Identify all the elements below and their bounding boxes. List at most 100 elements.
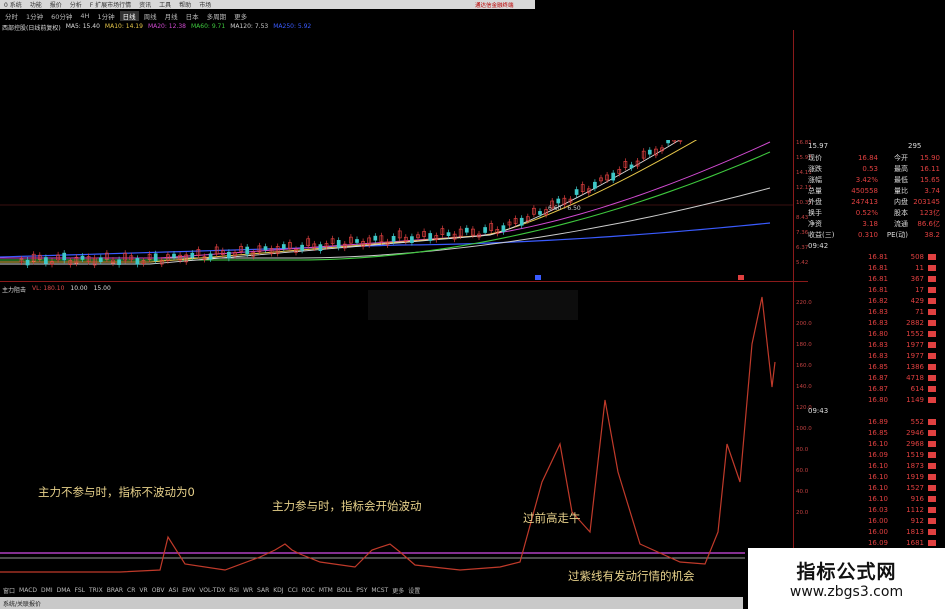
period-tab[interactable]: 日本 bbox=[183, 11, 202, 21]
quote-label: 现价 bbox=[808, 153, 822, 162]
tick-price: 16.00 bbox=[867, 527, 888, 536]
menu-item[interactable]: 0 系统 bbox=[4, 0, 22, 9]
tick-side bbox=[928, 319, 936, 326]
indicator-tab[interactable]: TRIX bbox=[89, 587, 103, 594]
tick-row: 16.10 916 bbox=[808, 493, 945, 504]
quote-value: 15.90 bbox=[919, 153, 940, 162]
indicator-tab[interactable]: 窗口 bbox=[3, 586, 15, 595]
indicator-tab[interactable]: MACD bbox=[19, 587, 37, 594]
tick-row: 16.81 17 bbox=[808, 284, 945, 295]
tick-side bbox=[928, 396, 936, 403]
indicator-tab[interactable]: KDJ bbox=[273, 587, 283, 594]
period-tab[interactable]: 分时 bbox=[2, 11, 21, 21]
tick-side bbox=[928, 363, 936, 370]
indicator-tab[interactable]: CR bbox=[127, 587, 135, 594]
indicator-tab[interactable]: DMI bbox=[41, 587, 53, 594]
indicator-tab[interactable]: DMA bbox=[57, 587, 71, 594]
indicator-tab[interactable]: MTM bbox=[319, 587, 333, 594]
candle-body bbox=[355, 239, 359, 243]
price-axis-label: 7.36 bbox=[796, 230, 809, 236]
quote-value: 123亿 bbox=[919, 208, 940, 217]
tick-row: 16.03 1112 bbox=[808, 504, 945, 515]
axis-divider bbox=[793, 30, 794, 585]
candle-body bbox=[538, 211, 542, 215]
indicator-tab[interactable]: SAR bbox=[257, 587, 269, 594]
tick-volume: 912 bbox=[910, 516, 924, 525]
indicator-tab[interactable]: MCST bbox=[371, 587, 388, 594]
period-tab[interactable]: 周线 bbox=[141, 11, 160, 21]
ma20-line bbox=[0, 141, 771, 259]
tick-row: 16.10 1527 bbox=[808, 482, 945, 493]
quote-row: 收益(三) 0.310 PE(动) 38.2 bbox=[808, 229, 945, 240]
tick-list-a[interactable]: 16.81 508 16.81 11 16.81 367 16.81 17 16.82 429 16… bbox=[808, 251, 945, 405]
tick-price: 16.87 bbox=[867, 384, 888, 393]
tick-side bbox=[928, 253, 936, 260]
tick-volume: 367 bbox=[910, 274, 924, 283]
indicator-tab[interactable]: 设置 bbox=[408, 586, 420, 595]
candle-body bbox=[373, 235, 378, 241]
indicator-tab[interactable]: 更多 bbox=[392, 586, 404, 595]
quote-value: 16.84 bbox=[857, 153, 878, 162]
indicator-tab[interactable]: CCI bbox=[288, 587, 298, 594]
indicator-tab[interactable]: WR bbox=[243, 587, 253, 594]
quote-label: 内盘 bbox=[894, 197, 908, 206]
tick-volume: 71 bbox=[915, 307, 924, 316]
tick-price: 16.81 bbox=[867, 252, 888, 261]
quote-row: 外盘 247413 内盘 203145 bbox=[808, 196, 945, 207]
tick-volume: 1149 bbox=[906, 395, 924, 404]
indicator-tab[interactable]: EMV bbox=[182, 587, 195, 594]
tick-side bbox=[928, 264, 936, 271]
menu-item[interactable]: 帮助 bbox=[179, 0, 191, 9]
period-tab[interactable]: 多周期 bbox=[204, 11, 230, 21]
period-tab[interactable]: 60分钟 bbox=[48, 11, 75, 21]
quote-label: 最低 bbox=[894, 175, 908, 184]
period-tab[interactable]: 更多 bbox=[231, 11, 250, 21]
indicator-tab[interactable]: VOL-TDX bbox=[199, 587, 225, 594]
indicator-chart[interactable] bbox=[0, 282, 793, 585]
indicator-tab[interactable]: RSI bbox=[229, 587, 239, 594]
indicator-axis-label: 20.0 bbox=[796, 510, 809, 516]
period-tab[interactable]: 4H bbox=[77, 12, 92, 20]
quote-top-row: 15.97 295 bbox=[808, 140, 945, 152]
menu-item[interactable]: 市场 bbox=[199, 0, 211, 9]
indicator-tab[interactable]: FSL bbox=[75, 587, 86, 594]
indicator-axis-label: 80.0 bbox=[796, 447, 809, 453]
quote-label: 换手 bbox=[808, 208, 822, 217]
indicator-tab[interactable]: ROC bbox=[302, 587, 315, 594]
menu-item[interactable]: 功能 bbox=[30, 0, 42, 9]
indicator-tab[interactable]: PSY bbox=[356, 587, 367, 594]
price-axis-label: 8.43 bbox=[796, 215, 809, 221]
menu-item[interactable]: 分析 bbox=[70, 0, 82, 9]
indicator-tab[interactable]: VR bbox=[139, 587, 147, 594]
tick-volume: 552 bbox=[910, 417, 924, 426]
period-tab[interactable]: 1分钟 bbox=[94, 11, 117, 21]
indicator-tab[interactable]: ASI bbox=[168, 587, 178, 594]
period-tab[interactable]: 日线 bbox=[119, 10, 139, 21]
quote-value: 86.6亿 bbox=[917, 219, 940, 228]
period-tab[interactable]: 月线 bbox=[162, 11, 181, 21]
indicator-tab[interactable]: BOLL bbox=[337, 587, 352, 594]
tick-side bbox=[928, 297, 936, 304]
tick-price: 16.85 bbox=[867, 362, 888, 371]
period-tab[interactable]: 1分钟 bbox=[23, 11, 46, 21]
indicator-tab[interactable]: OBV bbox=[152, 587, 165, 594]
menu-item[interactable]: 工具 bbox=[159, 0, 171, 9]
candle-body bbox=[80, 255, 85, 260]
tick-price: 16.10 bbox=[867, 439, 888, 448]
menu-item[interactable]: 报价 bbox=[50, 0, 62, 9]
tick-row: 16.81 508 bbox=[808, 251, 945, 262]
menu-right-badge: 通达信金融终端 bbox=[475, 2, 514, 9]
tick-row: 16.85 1386 bbox=[808, 361, 945, 372]
tick-side bbox=[928, 286, 936, 293]
menu-item[interactable]: 资讯 bbox=[139, 0, 151, 9]
tick-row: 16.89 552 bbox=[808, 416, 945, 427]
quote-value: 0.53 bbox=[862, 164, 878, 173]
indicator-tab[interactable]: BRAR bbox=[107, 587, 123, 594]
quote-value: 0.52% bbox=[855, 208, 878, 217]
status-bar: 系统/关联报价 bbox=[0, 597, 743, 609]
quote-value: 38.2 bbox=[924, 230, 940, 239]
tick-volume: 1552 bbox=[906, 329, 924, 338]
menu-item[interactable]: F 扩展市场行情 bbox=[90, 0, 131, 9]
candle-body bbox=[629, 164, 634, 169]
quote-value: 3.18 bbox=[862, 219, 878, 228]
